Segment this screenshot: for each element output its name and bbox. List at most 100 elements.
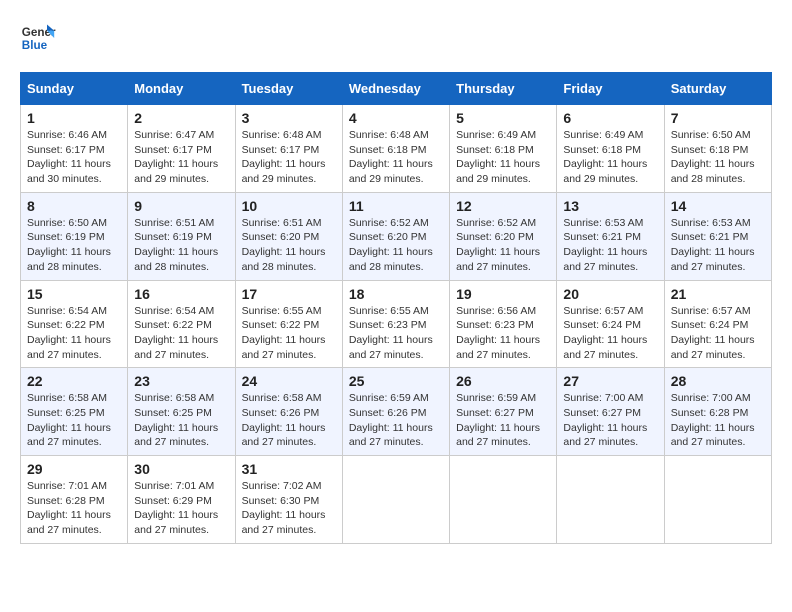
day-cell-8: 8 Sunrise: 6:50 AM Sunset: 6:19 PM Dayli… [21,192,128,280]
day-info: Sunrise: 7:01 AM Sunset: 6:28 PM Dayligh… [27,479,121,538]
calendar-week-5: 29 Sunrise: 7:01 AM Sunset: 6:28 PM Dayl… [21,456,772,544]
daylight-label: Daylight: 11 hours and 27 minutes. [134,334,218,361]
day-cell-27: 27 Sunrise: 7:00 AM Sunset: 6:27 PM Dayl… [557,368,664,456]
day-number: 7 [671,110,765,126]
empty-cell [557,456,664,544]
sunrise-label: Sunrise: 6:55 AM [349,305,429,317]
sunrise-label: Sunrise: 6:59 AM [456,392,536,404]
day-cell-5: 5 Sunrise: 6:49 AM Sunset: 6:18 PM Dayli… [450,105,557,193]
day-cell-6: 6 Sunrise: 6:49 AM Sunset: 6:18 PM Dayli… [557,105,664,193]
sunrise-label: Sunrise: 7:00 AM [563,392,643,404]
sunset-label: Sunset: 6:30 PM [242,495,320,507]
sunrise-label: Sunrise: 6:49 AM [563,129,643,141]
day-cell-26: 26 Sunrise: 6:59 AM Sunset: 6:27 PM Dayl… [450,368,557,456]
sunrise-label: Sunrise: 6:54 AM [27,305,107,317]
daylight-label: Daylight: 11 hours and 28 minutes. [349,246,433,273]
sunrise-label: Sunrise: 6:50 AM [671,129,751,141]
sunrise-label: Sunrise: 6:59 AM [349,392,429,404]
day-info: Sunrise: 6:57 AM Sunset: 6:24 PM Dayligh… [563,304,657,363]
day-info: Sunrise: 6:50 AM Sunset: 6:19 PM Dayligh… [27,216,121,275]
day-cell-28: 28 Sunrise: 7:00 AM Sunset: 6:28 PM Dayl… [664,368,771,456]
sunrise-label: Sunrise: 6:50 AM [27,217,107,229]
calendar-week-1: 1 Sunrise: 6:46 AM Sunset: 6:17 PM Dayli… [21,105,772,193]
header-tuesday: Tuesday [235,73,342,105]
day-number: 8 [27,198,121,214]
day-number: 20 [563,286,657,302]
daylight-label: Daylight: 11 hours and 27 minutes. [27,422,111,449]
day-info: Sunrise: 6:50 AM Sunset: 6:18 PM Dayligh… [671,128,765,187]
day-number: 15 [27,286,121,302]
day-number: 5 [456,110,550,126]
sunset-label: Sunset: 6:29 PM [134,495,212,507]
sunset-label: Sunset: 6:25 PM [134,407,212,419]
logo: General Blue [20,20,62,56]
day-cell-13: 13 Sunrise: 6:53 AM Sunset: 6:21 PM Dayl… [557,192,664,280]
day-number: 10 [242,198,336,214]
daylight-label: Daylight: 11 hours and 27 minutes. [671,422,755,449]
day-cell-29: 29 Sunrise: 7:01 AM Sunset: 6:28 PM Dayl… [21,456,128,544]
header-friday: Friday [557,73,664,105]
sunset-label: Sunset: 6:18 PM [671,144,749,156]
sunset-label: Sunset: 6:19 PM [27,231,105,243]
daylight-label: Daylight: 11 hours and 29 minutes. [134,158,218,185]
sunset-label: Sunset: 6:20 PM [349,231,427,243]
day-number: 2 [134,110,228,126]
day-number: 28 [671,373,765,389]
day-info: Sunrise: 6:55 AM Sunset: 6:23 PM Dayligh… [349,304,443,363]
calendar-week-2: 8 Sunrise: 6:50 AM Sunset: 6:19 PM Dayli… [21,192,772,280]
daylight-label: Daylight: 11 hours and 27 minutes. [563,422,647,449]
daylight-label: Daylight: 11 hours and 30 minutes. [27,158,111,185]
daylight-label: Daylight: 11 hours and 27 minutes. [349,422,433,449]
sunrise-label: Sunrise: 6:53 AM [671,217,751,229]
day-info: Sunrise: 6:59 AM Sunset: 6:26 PM Dayligh… [349,391,443,450]
sunset-label: Sunset: 6:21 PM [671,231,749,243]
sunrise-label: Sunrise: 6:46 AM [27,129,107,141]
day-info: Sunrise: 7:01 AM Sunset: 6:29 PM Dayligh… [134,479,228,538]
day-number: 16 [134,286,228,302]
daylight-label: Daylight: 11 hours and 28 minutes. [27,246,111,273]
day-cell-24: 24 Sunrise: 6:58 AM Sunset: 6:26 PM Dayl… [235,368,342,456]
daylight-label: Daylight: 11 hours and 27 minutes. [671,246,755,273]
day-number: 30 [134,461,228,477]
sunset-label: Sunset: 6:28 PM [27,495,105,507]
calendar-header: SundayMondayTuesdayWednesdayThursdayFrid… [21,73,772,105]
sunrise-label: Sunrise: 6:58 AM [27,392,107,404]
logo-icon: General Blue [20,20,56,56]
day-info: Sunrise: 6:53 AM Sunset: 6:21 PM Dayligh… [671,216,765,275]
sunset-label: Sunset: 6:28 PM [671,407,749,419]
day-number: 3 [242,110,336,126]
day-number: 1 [27,110,121,126]
sunrise-label: Sunrise: 6:49 AM [456,129,536,141]
calendar-table: SundayMondayTuesdayWednesdayThursdayFrid… [20,72,772,544]
day-info: Sunrise: 7:00 AM Sunset: 6:28 PM Dayligh… [671,391,765,450]
day-info: Sunrise: 6:53 AM Sunset: 6:21 PM Dayligh… [563,216,657,275]
sunset-label: Sunset: 6:18 PM [349,144,427,156]
day-info: Sunrise: 6:47 AM Sunset: 6:17 PM Dayligh… [134,128,228,187]
empty-cell [450,456,557,544]
day-number: 17 [242,286,336,302]
daylight-label: Daylight: 11 hours and 27 minutes. [27,509,111,536]
day-cell-25: 25 Sunrise: 6:59 AM Sunset: 6:26 PM Dayl… [342,368,449,456]
day-cell-30: 30 Sunrise: 7:01 AM Sunset: 6:29 PM Dayl… [128,456,235,544]
daylight-label: Daylight: 11 hours and 28 minutes. [134,246,218,273]
daylight-label: Daylight: 11 hours and 27 minutes. [242,509,326,536]
sunrise-label: Sunrise: 7:02 AM [242,480,322,492]
sunrise-label: Sunrise: 6:51 AM [242,217,322,229]
sunset-label: Sunset: 6:19 PM [134,231,212,243]
day-cell-20: 20 Sunrise: 6:57 AM Sunset: 6:24 PM Dayl… [557,280,664,368]
sunrise-label: Sunrise: 7:01 AM [134,480,214,492]
sunset-label: Sunset: 6:23 PM [349,319,427,331]
header-thursday: Thursday [450,73,557,105]
daylight-label: Daylight: 11 hours and 29 minutes. [242,158,326,185]
day-cell-31: 31 Sunrise: 7:02 AM Sunset: 6:30 PM Dayl… [235,456,342,544]
day-info: Sunrise: 6:57 AM Sunset: 6:24 PM Dayligh… [671,304,765,363]
sunset-label: Sunset: 6:17 PM [242,144,320,156]
sunset-label: Sunset: 6:24 PM [563,319,641,331]
header-monday: Monday [128,73,235,105]
day-info: Sunrise: 6:46 AM Sunset: 6:17 PM Dayligh… [27,128,121,187]
sunset-label: Sunset: 6:27 PM [563,407,641,419]
day-number: 6 [563,110,657,126]
calendar-week-3: 15 Sunrise: 6:54 AM Sunset: 6:22 PM Dayl… [21,280,772,368]
day-info: Sunrise: 6:59 AM Sunset: 6:27 PM Dayligh… [456,391,550,450]
day-cell-22: 22 Sunrise: 6:58 AM Sunset: 6:25 PM Dayl… [21,368,128,456]
